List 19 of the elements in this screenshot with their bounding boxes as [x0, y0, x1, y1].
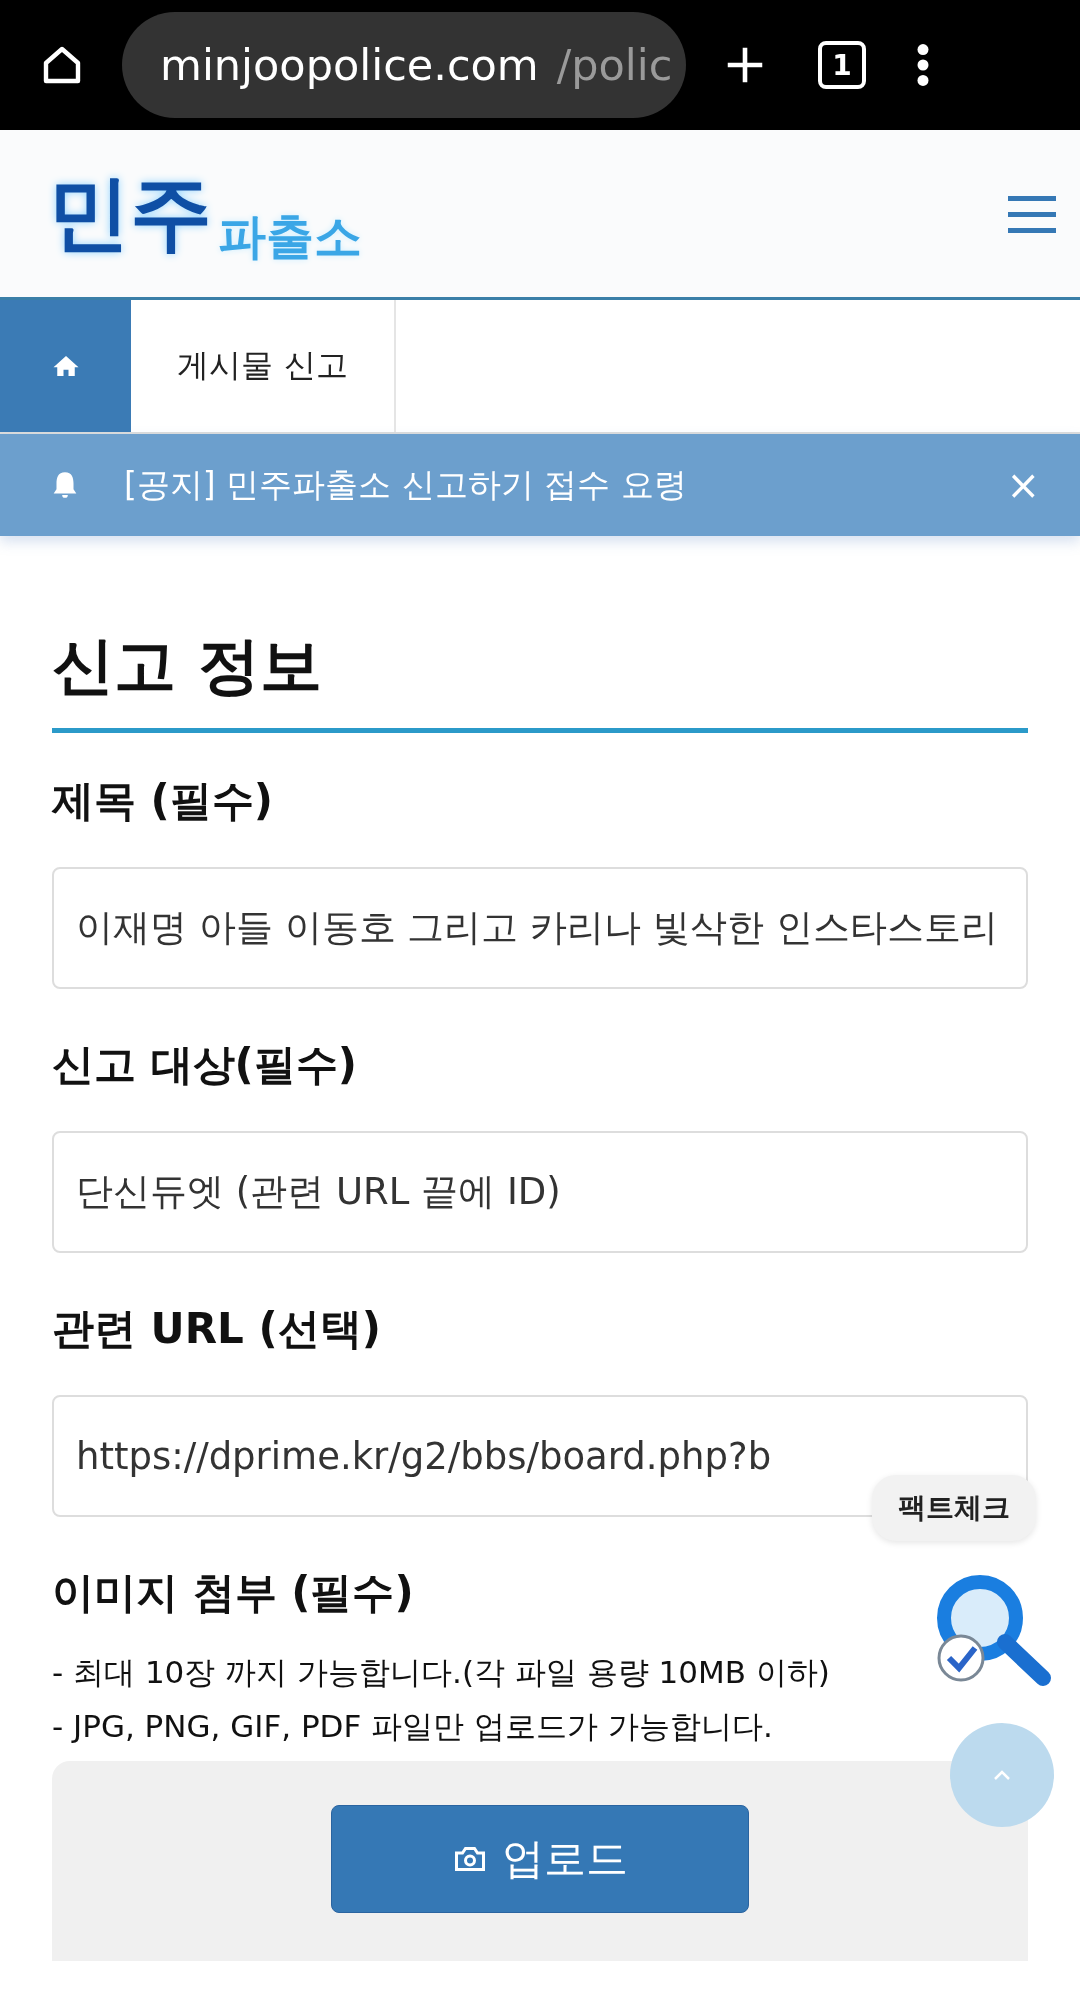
note-text: - 최대 10장 까지 가능합니다.(각 파일 용량 10MB 이하): [52, 1653, 831, 1692]
caret-up-icon: [992, 1769, 1012, 1781]
field-label: 제목 (필수): [52, 775, 274, 827]
input-field[interactable]: 이재명 아들 이동호 그리고 카리나 빛삭한 인스타스토리: [52, 867, 1028, 989]
field-label: 관련 URL (선택): [52, 1303, 382, 1355]
url-host: minjoopolice.com: [160, 40, 539, 90]
note-text: - JPG, PNG, GIF, PDF 파일만 업로드가 가능합니다.: [52, 1707, 774, 1746]
menu-icon[interactable]: [1008, 193, 1056, 234]
tab-count[interactable]: 1: [818, 41, 866, 89]
address-bar[interactable]: minjoopolice.com /polic: [122, 12, 686, 118]
factcheck-tooltip[interactable]: 팩트체크: [872, 1475, 1036, 1541]
field-label: 이미지 첨부 (필수): [52, 1567, 415, 1619]
more-icon[interactable]: [916, 43, 930, 87]
breadcrumb-item[interactable]: 게시물 신고: [131, 300, 396, 432]
input-field[interactable]: 단신듀엣 (관련 URL 끝에 ID): [52, 1131, 1028, 1253]
upload-button[interactable]: 업로드: [331, 1805, 749, 1913]
url-path: /polic: [556, 40, 673, 90]
field-label: 신고 대상(필수): [52, 1039, 358, 1091]
section-title: 신고 정보: [52, 624, 1028, 733]
